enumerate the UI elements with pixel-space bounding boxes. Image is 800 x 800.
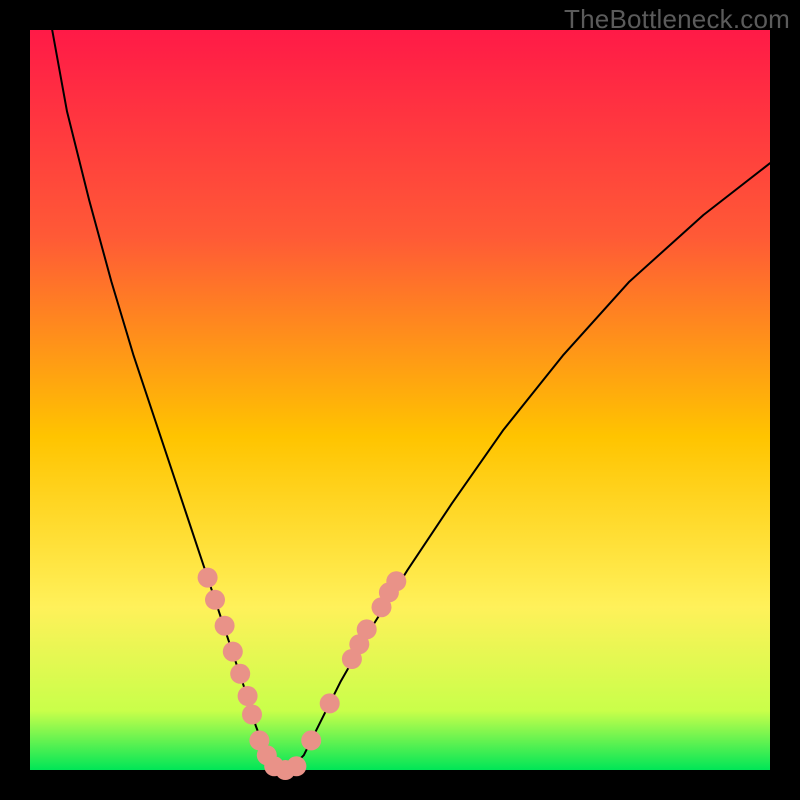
- data-point: [357, 619, 377, 639]
- data-point: [320, 693, 340, 713]
- data-point: [230, 664, 250, 684]
- data-point: [238, 686, 258, 706]
- chart-frame: TheBottleneck.com: [0, 0, 800, 800]
- watermark-text: TheBottleneck.com: [564, 4, 790, 35]
- data-point: [286, 756, 306, 776]
- gradient-background: [30, 30, 770, 770]
- data-point: [215, 616, 235, 636]
- data-point: [301, 730, 321, 750]
- data-point: [205, 590, 225, 610]
- data-point: [198, 568, 218, 588]
- data-point: [223, 642, 243, 662]
- data-point: [242, 705, 262, 725]
- data-point: [386, 571, 406, 591]
- chart-svg: [0, 0, 800, 800]
